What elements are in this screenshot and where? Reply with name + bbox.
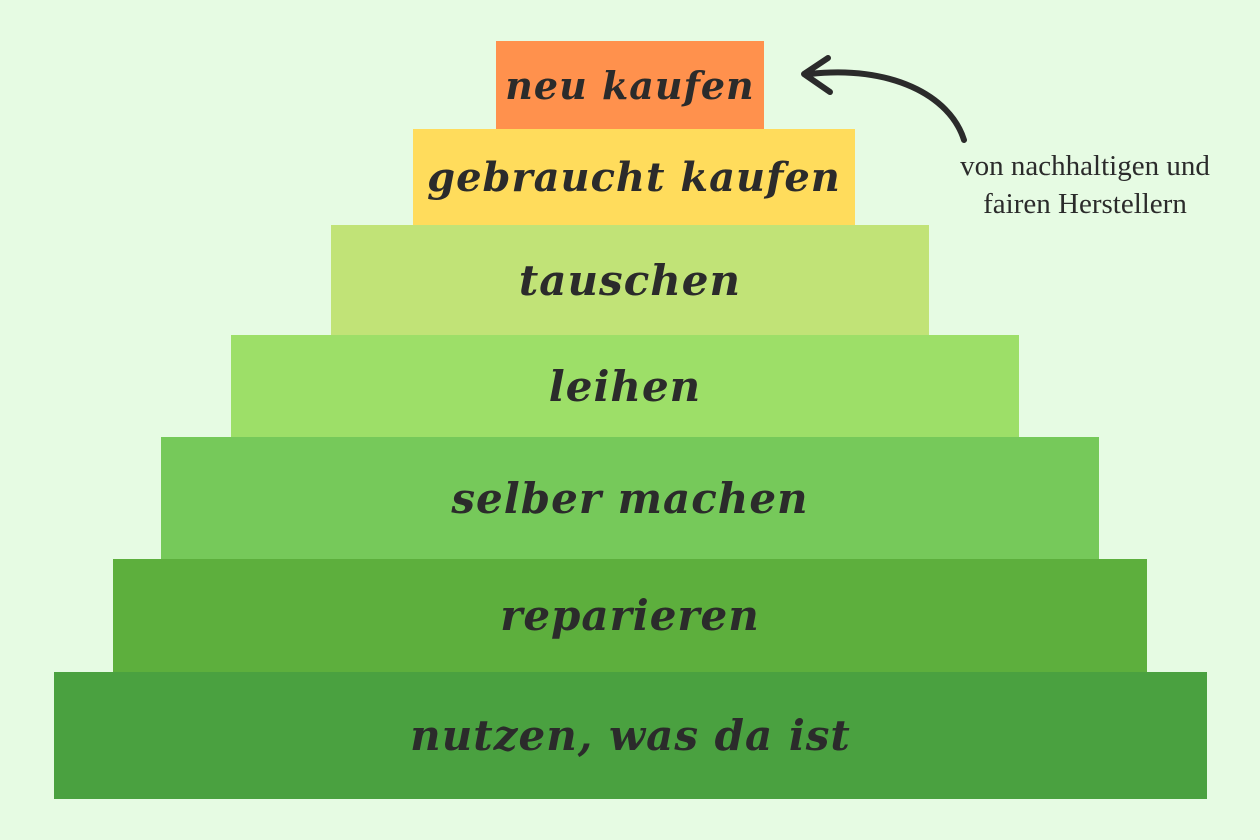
- pyramid-tier-tauschen: tauschen: [331, 225, 929, 335]
- tier-label: nutzen, was da ist: [410, 711, 851, 760]
- pyramid-tier-reparieren: reparieren: [113, 559, 1147, 672]
- tier-label: reparieren: [500, 591, 760, 640]
- tier-label: selber machen: [451, 473, 809, 523]
- annotation-line-1: von nachhaltigen und: [960, 150, 1210, 182]
- tier-label: leihen: [548, 361, 702, 411]
- tier-label: neu kaufen: [505, 62, 755, 108]
- pyramid-tier-nutzen-was-da-ist: nutzen, was da ist: [54, 672, 1207, 799]
- annotation-line-2: fairen Herstellern: [983, 188, 1187, 220]
- pyramid-tier-selber-machen: selber machen: [161, 437, 1099, 559]
- tier-label: tauschen: [518, 255, 742, 305]
- pyramid-tier-neu-kaufen: neu kaufen: [496, 41, 764, 129]
- annotation-text: von nachhaltigen und fairen Herstellern: [920, 147, 1250, 223]
- tier-label: gebraucht kaufen: [427, 153, 841, 201]
- curved-arrow-icon: [801, 55, 967, 143]
- pyramid-tier-leihen: leihen: [231, 335, 1019, 437]
